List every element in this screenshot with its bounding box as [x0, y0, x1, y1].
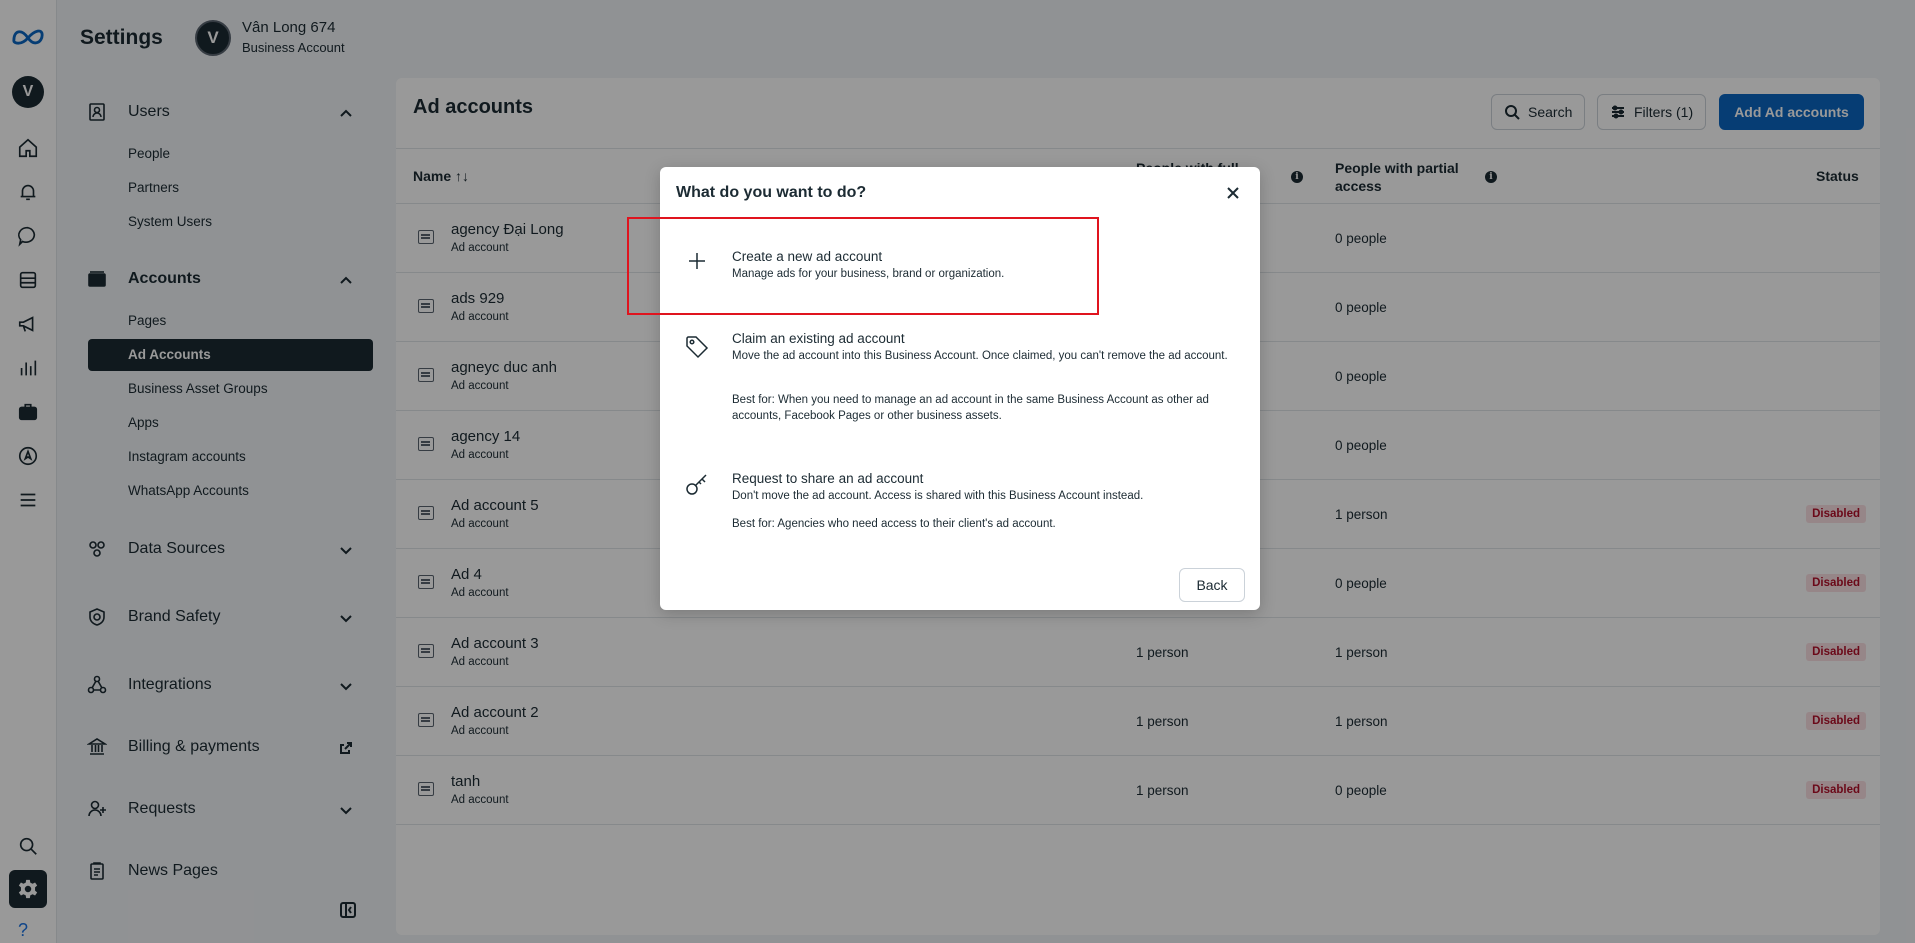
option-best-for: Best for: When you need to manage an ad …: [732, 394, 1209, 422]
option-claim-existing-ad-account[interactable]: Claim an existing ad account Move the ad…: [660, 331, 1260, 441]
option-request-share-ad-account[interactable]: Request to share an ad account Don't mov…: [660, 471, 1260, 541]
option-best-for: Best for: Agencies who need access to th…: [732, 518, 1056, 530]
key-icon: [684, 471, 710, 497]
close-icon[interactable]: [1224, 184, 1242, 202]
tag-icon: [684, 334, 710, 360]
option-description: Move the ad account into this Business A…: [732, 350, 1228, 362]
option-title: Claim an existing ad account: [732, 331, 905, 346]
back-button[interactable]: Back: [1179, 568, 1245, 602]
option-description: Don't move the ad account. Access is sha…: [732, 490, 1144, 502]
highlight-box: [627, 217, 1099, 315]
dialog-title: What do you want to do?: [676, 184, 867, 201]
option-title: Request to share an ad account: [732, 471, 924, 486]
